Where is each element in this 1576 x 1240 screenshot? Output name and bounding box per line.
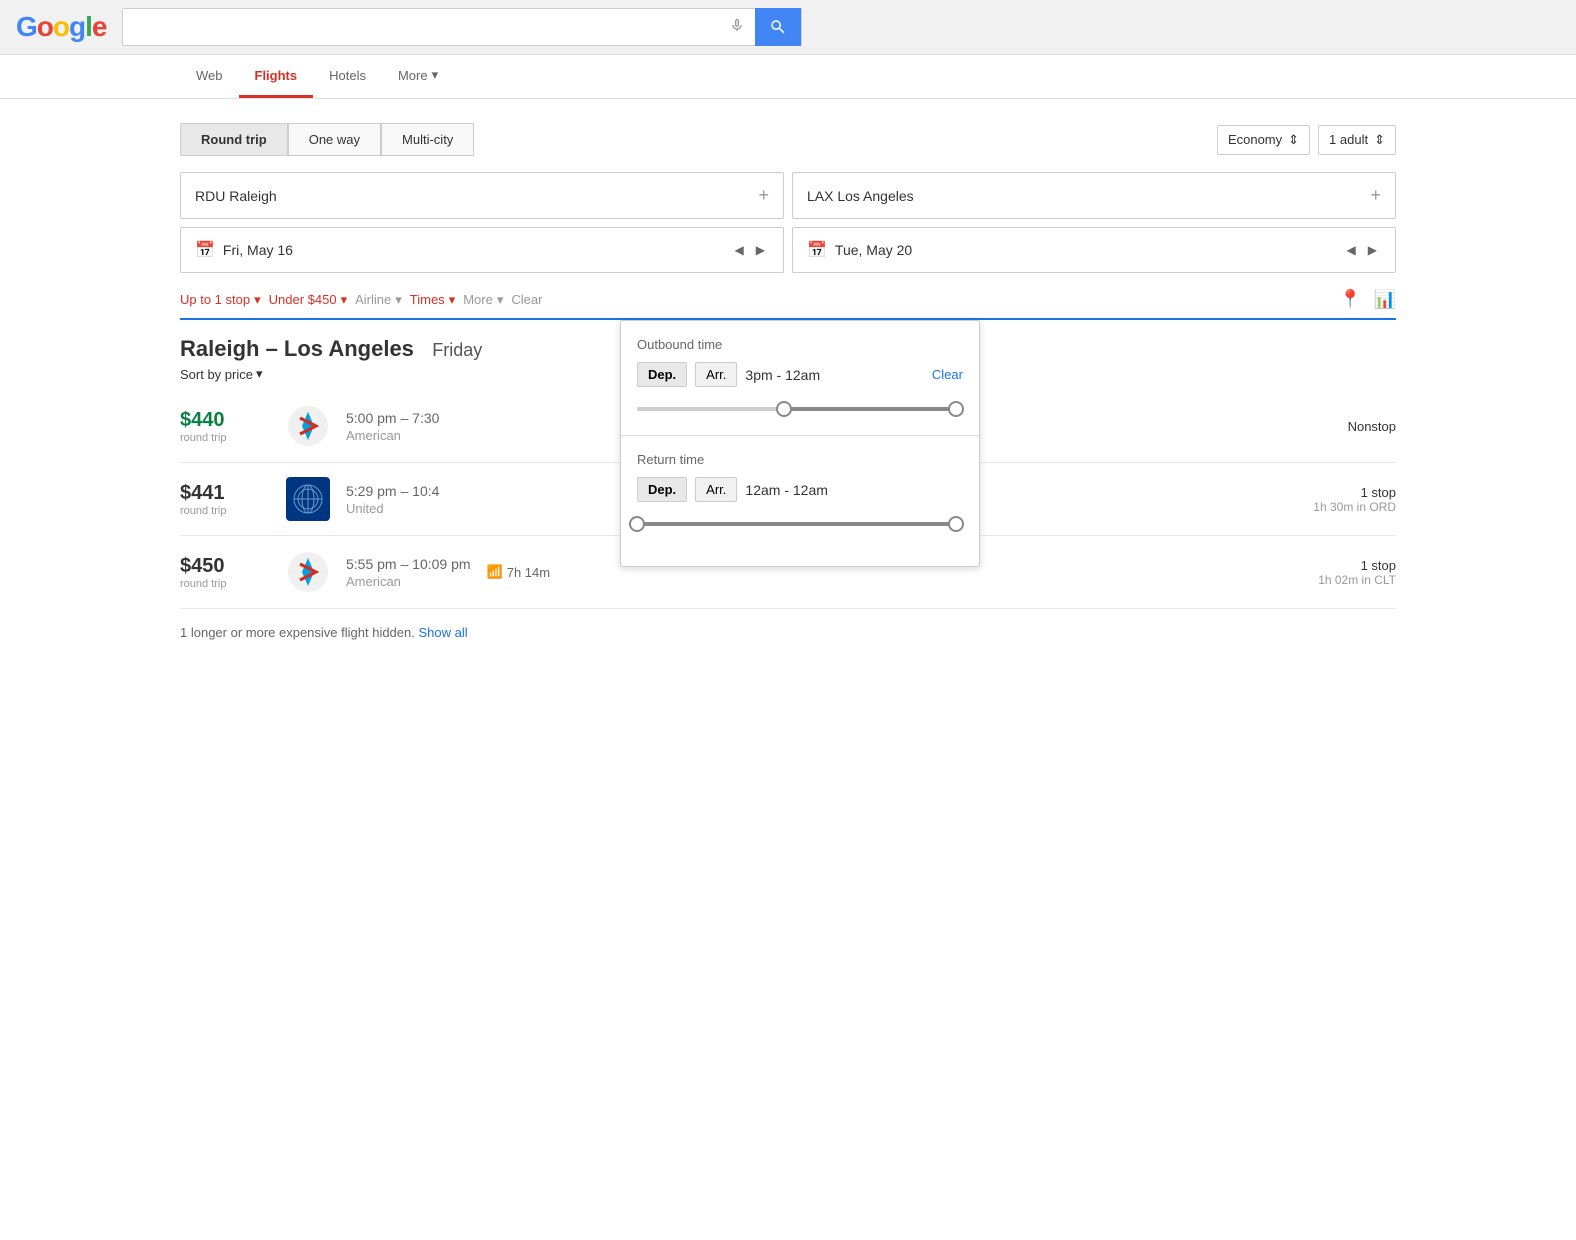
flight-stops-2: 1 stop 1h 30m in ORD (1313, 485, 1396, 514)
main-content: Round trip One way Multi-city Economy ⇕ … (0, 99, 1576, 680)
return-next-arrow[interactable]: ▶ (1364, 241, 1381, 259)
one-way-button[interactable]: One way (288, 123, 381, 156)
outbound-arr-button[interactable]: Arr. (695, 362, 737, 387)
hidden-notice: 1 longer or more expensive flight hidden… (180, 609, 1396, 656)
sort-chevron: ▾ (256, 366, 263, 382)
calendar-icon-return: 📅 (807, 240, 827, 260)
airline-logo-2 (286, 477, 330, 521)
depart-next-arrow[interactable]: ▶ (752, 241, 769, 259)
chart-icon[interactable]: 📊 (1374, 289, 1396, 310)
return-prev-arrow[interactable]: ◀ (1343, 241, 1360, 259)
header: Google (0, 0, 1576, 55)
airline-logo-3 (286, 550, 330, 594)
clear-filter[interactable]: Clear (511, 292, 542, 307)
depart-date-nav: ◀ ▶ (731, 241, 769, 259)
divider (621, 435, 979, 436)
slider-handle-right[interactable] (948, 401, 964, 417)
calendar-icon-depart: 📅 (195, 240, 215, 260)
airline-logo-1 (286, 404, 330, 448)
chevron-down-icon: ▾ (432, 67, 439, 83)
results-area: Raleigh – Los Angeles Friday Sort by pri… (180, 320, 1396, 656)
return-slider-track (637, 522, 963, 526)
times-chevron: ▾ (449, 292, 456, 308)
filter-row: Up to 1 stop ▾ Under $450 ▾ Airline ▾ Ti… (180, 281, 1396, 320)
tab-more[interactable]: More ▾ (382, 55, 454, 98)
tab-hotels[interactable]: Hotels (313, 56, 382, 98)
airline-chevron: ▾ (395, 292, 402, 308)
outbound-slider[interactable] (637, 399, 963, 419)
google-logo: Google (16, 11, 106, 43)
updown-icon: ⇕ (1288, 132, 1299, 148)
stops-chevron: ▾ (254, 292, 261, 308)
return-date-input[interactable]: 📅 Tue, May 20 ◀ ▶ (792, 227, 1396, 273)
sort-by-price[interactable]: Sort by price ▾ (180, 366, 263, 382)
search-bar (122, 8, 802, 46)
return-slider-left[interactable] (629, 516, 645, 532)
flight-stops-3: 1 stop 1h 02m in CLT (1318, 558, 1396, 587)
passengers-select[interactable]: 1 adult ⇕ (1318, 125, 1396, 155)
outbound-section: Outbound time Dep. Arr. 3pm - 12am Clear (637, 337, 963, 419)
outbound-clear-link[interactable]: Clear (932, 367, 963, 382)
times-dropdown: Outbound time Dep. Arr. 3pm - 12am Clear (620, 320, 980, 567)
outbound-dep-button[interactable]: Dep. (637, 362, 687, 387)
return-section: Return time Dep. Arr. 12am - 12am (637, 452, 963, 534)
results-title: Raleigh – Los Angeles Friday (180, 336, 482, 361)
flight-info-3: 5:55 pm – 10:09 pm American (346, 556, 471, 589)
price-filter[interactable]: Under $450 ▾ (269, 292, 347, 308)
destination-input[interactable]: LAX Los Angeles + (792, 172, 1396, 219)
flight-info-2: 5:29 pm – 10:4 United (346, 483, 466, 516)
origin-input[interactable]: RDU Raleigh + (180, 172, 784, 219)
add-destination-icon: + (1370, 185, 1381, 206)
stops-filter[interactable]: Up to 1 stop ▾ (180, 292, 261, 308)
round-trip-button[interactable]: Round trip (180, 123, 288, 156)
search-button[interactable] (755, 8, 801, 46)
date-row: 📅 Fri, May 16 ◀ ▶ 📅 Tue, May 20 ◀ ▶ (180, 227, 1396, 273)
airline-filter[interactable]: Airline ▾ (355, 292, 402, 308)
price-chevron: ▾ (341, 292, 348, 308)
flight-info-1: 5:00 pm – 7:30 American (346, 410, 466, 443)
depart-date-input[interactable]: 📅 Fri, May 16 ◀ ▶ (180, 227, 784, 273)
multi-city-button[interactable]: Multi-city (381, 123, 474, 156)
flight-wifi-3: 📶 7h 14m (487, 564, 567, 580)
return-date-nav: ◀ ▶ (1343, 241, 1381, 259)
wifi-icon: 📶 (487, 564, 503, 580)
mic-button[interactable] (719, 14, 755, 41)
return-slider-fill (637, 522, 963, 526)
trip-type-row: Round trip One way Multi-city Economy ⇕ … (180, 123, 1396, 156)
nav-tabs: Web Flights Hotels More ▾ (0, 55, 1576, 99)
flight-price-2: $441 round trip (180, 482, 270, 517)
add-origin-icon: + (758, 185, 769, 206)
return-title: Return time (637, 452, 963, 467)
filter-icons: 📍 📊 (1339, 289, 1396, 310)
slider-track (637, 407, 963, 411)
return-slider[interactable] (637, 514, 963, 534)
flight-price-1: $440 round trip (180, 409, 270, 444)
tab-web[interactable]: Web (180, 56, 239, 98)
outbound-dep-arr-row: Dep. Arr. 3pm - 12am Clear (637, 362, 963, 387)
trip-options-right: Economy ⇕ 1 adult ⇕ (1217, 125, 1396, 155)
outbound-time-range: 3pm - 12am (745, 367, 820, 383)
location-row: RDU Raleigh + LAX Los Angeles + (180, 172, 1396, 219)
more-chevron: ▾ (497, 292, 504, 308)
depart-prev-arrow[interactable]: ◀ (731, 241, 748, 259)
more-filter[interactable]: More ▾ (463, 292, 503, 308)
return-time-range: 12am - 12am (745, 482, 827, 498)
flight-price-3: $450 round trip (180, 555, 270, 590)
search-input[interactable] (123, 9, 719, 45)
outbound-title: Outbound time (637, 337, 963, 352)
return-dep-arr-row: Dep. Arr. 12am - 12am (637, 477, 963, 502)
return-slider-right[interactable] (948, 516, 964, 532)
cabin-select[interactable]: Economy ⇕ (1217, 125, 1310, 155)
slider-fill (784, 407, 963, 411)
flight-stops-1: Nonstop (1348, 419, 1396, 434)
updown-icon2: ⇕ (1374, 132, 1385, 148)
location-icon[interactable]: 📍 (1339, 289, 1361, 310)
slider-handle-left[interactable] (776, 401, 792, 417)
tab-flights[interactable]: Flights (239, 56, 314, 98)
return-arr-button[interactable]: Arr. (695, 477, 737, 502)
times-filter[interactable]: Times ▾ (410, 292, 455, 308)
show-all-link[interactable]: Show all (419, 625, 468, 640)
return-dep-button[interactable]: Dep. (637, 477, 687, 502)
